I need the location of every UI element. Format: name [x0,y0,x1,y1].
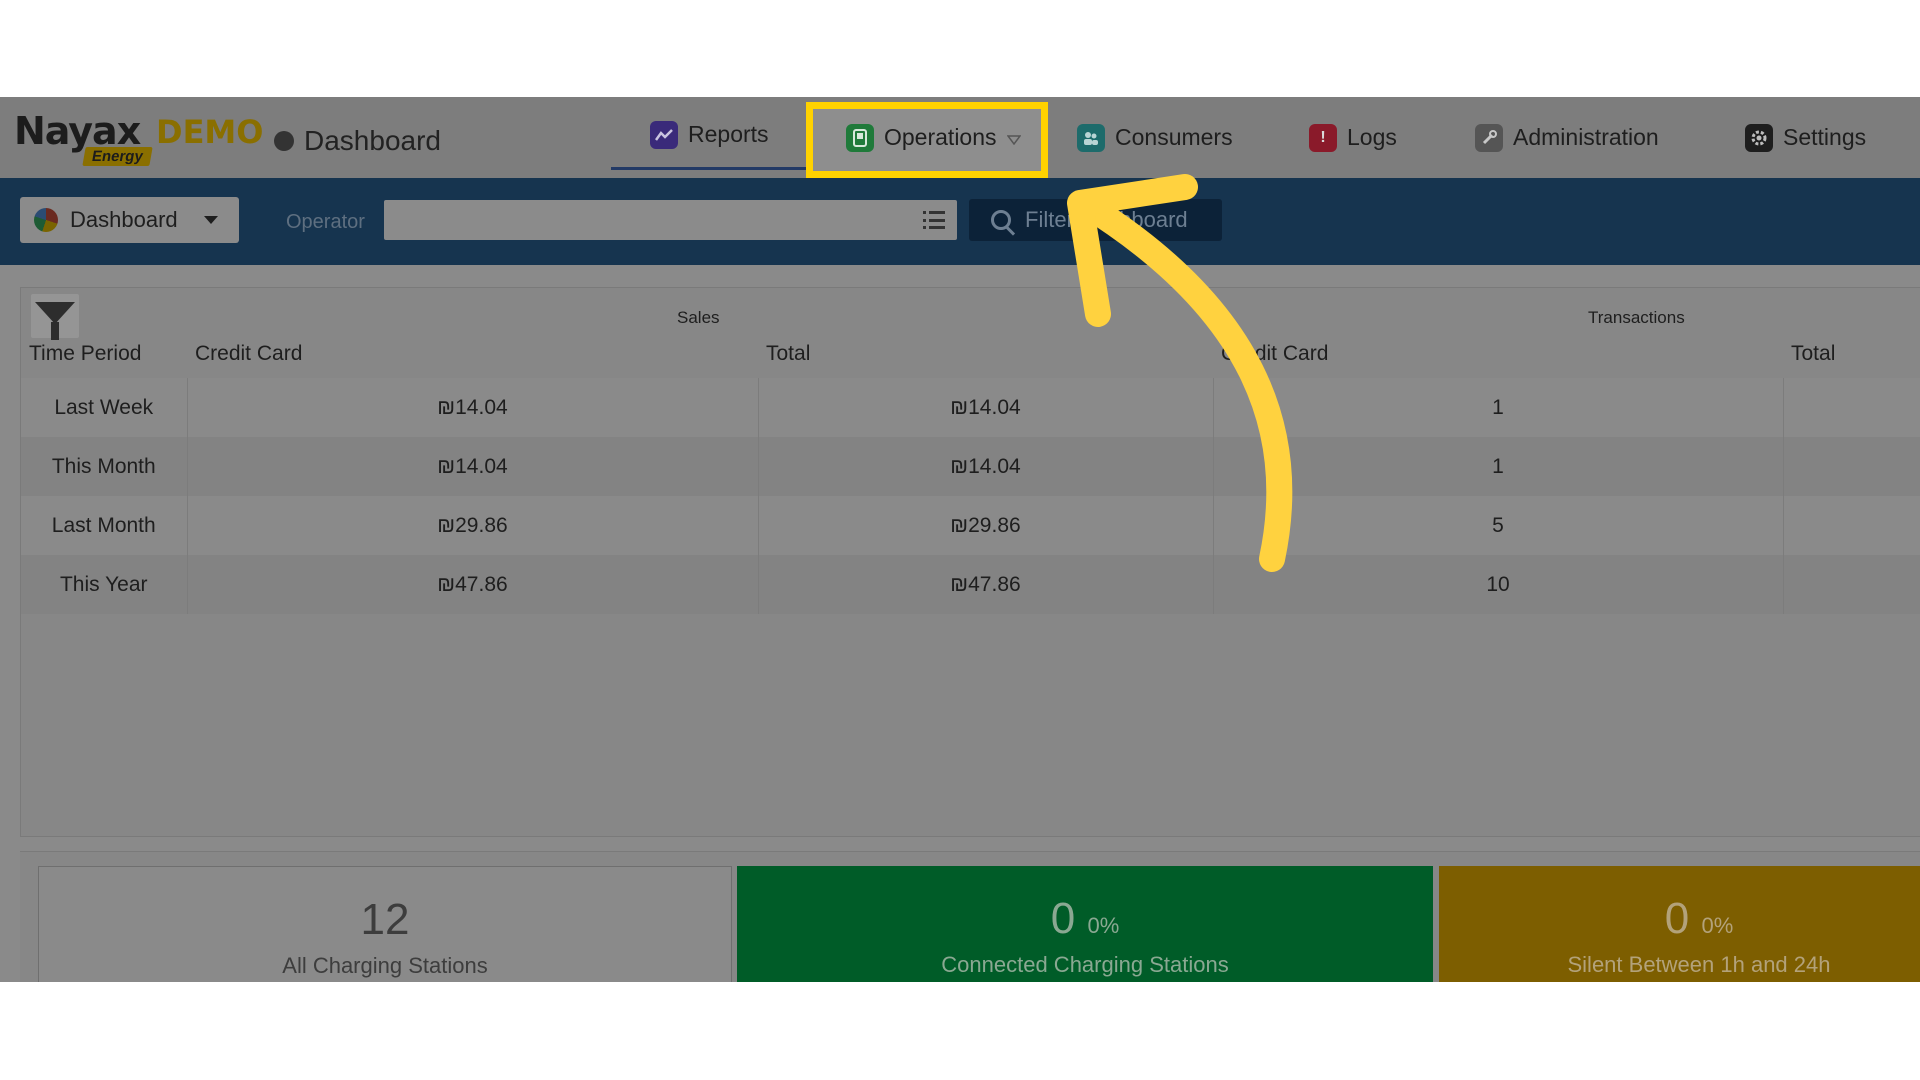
cell-sales-credit-card: ₪29.86 [186,496,758,555]
consumers-icon [1077,123,1105,152]
cell-transactions-total [1782,437,1920,496]
column-header[interactable]: Total [758,330,1213,378]
nav-reports-label: Reports [688,121,769,147]
nayax-logo[interactable]: Nayax DEMO Energy [14,107,263,167]
cell-transactions-total [1782,378,1920,437]
nav-operations-label: Operations [884,124,997,150]
group-header-sales: Sales [677,308,720,327]
dashboard-select[interactable]: Dashboard [20,197,239,243]
card-connected-value-wrap: 0 0% [737,894,1433,944]
cell-transactions-total [1782,555,1920,614]
column-header[interactable]: Time Period [21,330,187,378]
table-row: Last Week ₪14.04 ₪14.04 1 [21,378,1920,437]
chevron-down-icon[interactable] [1006,124,1022,151]
filter-dashboard-label: Filter Dashboard [1025,207,1188,232]
summary-table: Time Period Credit Card Total Credit Car… [21,330,1920,614]
funnel-icon [35,302,75,340]
pie-chart-icon [34,208,58,232]
cell-transactions-credit-card: 10 [1212,555,1783,614]
nav-administration[interactable]: Administration [1475,97,1659,178]
gear-icon [1745,123,1773,152]
page-title: Dashboard [274,125,441,157]
top-navigation-bar: Nayax DEMO Energy Dashboard Reports Oper… [0,97,1920,178]
caret-down-icon [203,216,218,224]
cell-sales-total: ₪29.86 [757,496,1213,555]
nav-consumers-label: Consumers [1115,124,1233,150]
app-window: Nayax DEMO Energy Dashboard Reports Oper… [0,97,1920,982]
operator-input[interactable] [384,200,957,240]
card-silent-value-wrap: 0 0% [1439,894,1920,944]
nav-settings[interactable]: Settings [1745,97,1866,178]
nav-consumers[interactable]: Consumers [1077,97,1233,178]
nav-logs-label: Logs [1347,124,1397,150]
logo-demo: DEMO [156,113,264,151]
card-silent-value: 0 [1664,894,1690,943]
list-icon[interactable] [923,211,945,229]
filter-dashboard-button[interactable]: Filter Dashboard [969,199,1222,241]
column-header[interactable]: Credit Card [187,330,758,378]
cell-transactions-credit-card: 1 [1212,378,1783,437]
nav-settings-label: Settings [1783,124,1867,150]
cell-sales-total: ₪14.04 [757,378,1213,437]
card-all-value: 12 [360,895,410,944]
card-all-caption: All Charging Stations [282,953,488,978]
cell-transactions-credit-card: 1 [1212,437,1783,496]
column-header[interactable]: Total [1783,330,1920,378]
operator-label: Operator [286,211,365,233]
nav-logs[interactable]: ! Logs [1309,97,1397,178]
group-header-transactions: Transactions [1588,308,1685,327]
station-status-cards: 12 All Charging Stations 0 0% Connected … [20,851,1920,982]
dashboard-select-label: Dashboard [70,207,178,232]
card-connected-percent: 0% [1087,913,1120,938]
card-all-charging-stations[interactable]: 12 All Charging Stations [38,866,732,982]
cell-sales-total: ₪14.04 [757,437,1213,496]
wrench-icon [1475,123,1503,152]
operations-icon [846,123,874,152]
card-connected-value: 0 [1050,894,1076,943]
cell-sales-credit-card: ₪14.04 [186,378,758,437]
cell-period: Last Week [21,378,187,437]
nav-administration-label: Administration [1513,124,1659,150]
search-icon [991,210,1011,230]
table-row: This Year ₪47.86 ₪47.86 10 [21,555,1920,614]
cell-period: This Month [21,437,187,496]
cell-sales-total: ₪47.86 [757,555,1213,614]
card-silent-stations[interactable]: 0 0% Silent Between 1h and 24h [1439,866,1920,982]
column-header[interactable]: Credit Card [1213,330,1783,378]
cell-period: Last Month [21,496,187,555]
nav-reports[interactable]: Reports [650,97,769,175]
logo-energy: Energy [82,147,153,166]
table-header-row: Time Period Credit Card Total Credit Car… [21,330,1920,378]
card-connected-charging-stations[interactable]: 0 0% Connected Charging Stations [737,866,1433,982]
page-title-label: Dashboard [304,125,441,156]
card-connected-caption: Connected Charging Stations [941,952,1229,977]
filter-bar: Dashboard Operator Filter Dashboard [0,178,1920,265]
alert-icon: ! [1309,123,1337,152]
cell-transactions-total [1782,496,1920,555]
card-silent-percent: 0% [1701,913,1734,938]
cell-sales-credit-card: ₪47.86 [186,555,758,614]
dashboard-icon [274,131,294,151]
cell-sales-credit-card: ₪14.04 [186,437,758,496]
chart-icon [650,120,678,149]
summary-table-panel: Sales Transactions Time Period Credit Ca… [20,287,1920,837]
card-silent-caption: Silent Between 1h and 24h [1567,952,1831,977]
table-row: Last Month ₪29.86 ₪29.86 5 [21,496,1920,555]
cell-transactions-credit-card: 5 [1212,496,1783,555]
table-row: This Month ₪14.04 ₪14.04 1 [21,437,1920,496]
cell-period: This Year [21,555,187,614]
nav-operations[interactable]: Operations [846,97,1022,178]
